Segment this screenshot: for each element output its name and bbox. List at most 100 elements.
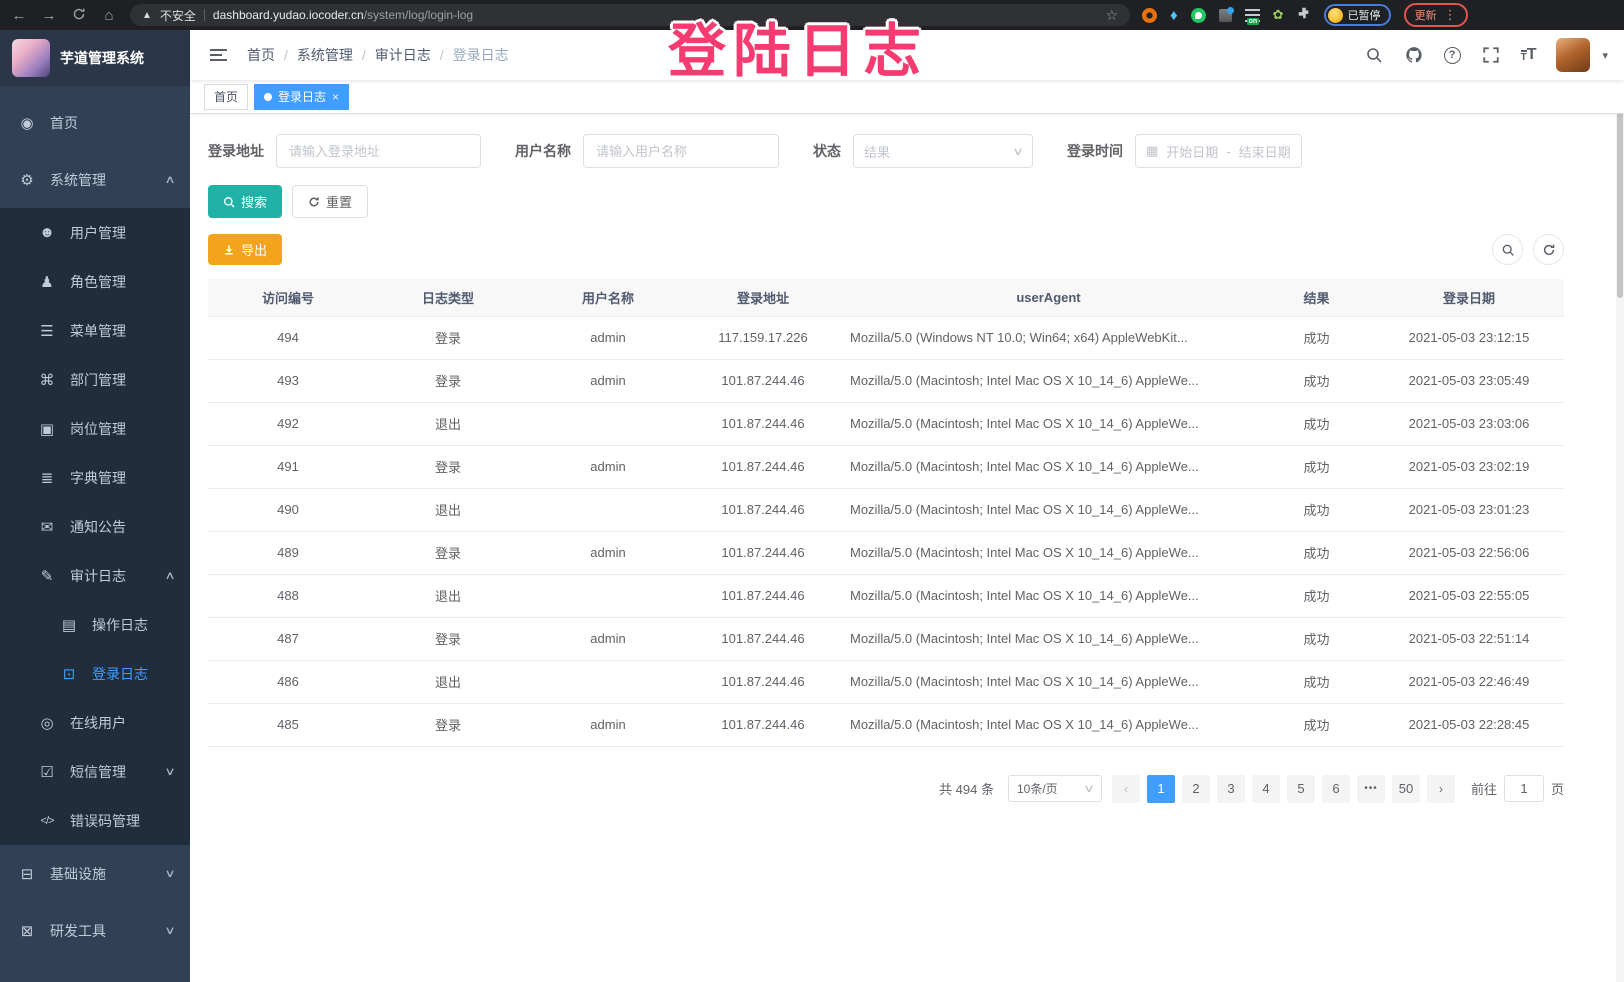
page-button-5[interactable]: 5 [1287, 775, 1315, 803]
cell-log-type: 登录 [368, 531, 528, 574]
goto-page-input[interactable] [1504, 775, 1544, 802]
browser-reload-icon[interactable] [70, 7, 88, 24]
tag-home[interactable]: 首页 [204, 84, 248, 110]
browser-forward-icon[interactable]: → [40, 8, 58, 23]
sidebar-item-audit-log[interactable]: ✎审计日志∧ [0, 551, 190, 600]
monkey-avatar-icon [1328, 8, 1343, 23]
cell-username: admin [528, 316, 688, 359]
tag-login-log[interactable]: 登录日志 × [254, 84, 349, 110]
page-button-1[interactable]: 1 [1147, 775, 1175, 803]
badge-icon: ▣ [36, 420, 58, 438]
extension-grid-icon[interactable] [1219, 9, 1232, 22]
sidebar-item-post-management[interactable]: ▣岗位管理 [0, 404, 190, 453]
sidebar-item-dev-tools[interactable]: ⊠研发工具∨ [0, 902, 190, 959]
sidebar-item-dict-management[interactable]: ≣字典管理 [0, 453, 190, 502]
extension-plant-icon[interactable]: ✿ [1273, 7, 1284, 23]
login-address-label: 登录地址 [208, 141, 264, 161]
column-header-login-address: 登录地址 [688, 279, 838, 316]
filter-form: 登录地址 用户名称 状态 结果 ∨ 登录时间 ▦ [208, 134, 1564, 168]
sidebar-item-notice-announcement[interactable]: ✉通知公告 [0, 502, 190, 551]
page-button-6[interactable]: 6 [1322, 775, 1350, 803]
login-time-range-picker[interactable]: ▦ 开始日期 - 结束日期 [1135, 134, 1302, 168]
bookmark-star-icon[interactable]: ☆ [1105, 7, 1118, 24]
browser-back-icon[interactable]: ← [10, 8, 28, 23]
sidebar-item-dept-management[interactable]: ⌘部门管理 [0, 355, 190, 404]
browser-home-icon[interactable]: ⌂ [100, 8, 118, 23]
top-navbar: 首页/系统管理/审计日志/登录日志 ? TT ▾ [190, 30, 1624, 80]
cell-username [528, 574, 688, 617]
breadcrumb-separator: / [362, 47, 366, 63]
paused-label: 已暂停 [1348, 7, 1381, 23]
help-icon[interactable]: ? [1444, 47, 1461, 64]
sidebar-item-label: 基础设施 [50, 864, 106, 884]
chevron-up-icon: ∧ [164, 569, 175, 582]
login-address-input[interactable] [276, 134, 481, 168]
page-button-4[interactable]: 4 [1252, 775, 1280, 803]
download-icon [223, 244, 235, 256]
hamburger-icon[interactable] [206, 45, 231, 65]
extension-blue-diamond-icon[interactable]: ♦ [1170, 8, 1178, 23]
tampermonkey-paused-badge[interactable]: 已暂停 [1324, 4, 1391, 26]
page-scrollbar[interactable] [1616, 30, 1624, 982]
extension-list-icon[interactable]: on [1245, 9, 1260, 22]
address-bar[interactable]: ▲ 不安全 dashboard.yudao.iocoder.cn/system/… [130, 4, 1130, 26]
cell-visit-id: 487 [208, 617, 368, 660]
cell-visit-id: 494 [208, 316, 368, 359]
cell-login-address: 101.87.244.46 [688, 402, 838, 445]
page-size-select[interactable]: 10条/页 ∨ [1008, 775, 1102, 802]
sidebar-item-label: 菜单管理 [70, 321, 126, 341]
reset-button[interactable]: 重置 [292, 185, 368, 218]
sidebar-item-menu-management[interactable]: ☰菜单管理 [0, 306, 190, 355]
status-select[interactable]: 结果 ∨ [853, 134, 1033, 168]
puzzle-extensions-icon[interactable] [1297, 6, 1311, 25]
announcement-icon: ✉ [36, 518, 58, 536]
cell-login-date: 2021-05-03 23:05:49 [1374, 359, 1564, 402]
breadcrumb-item[interactable]: 审计日志 [375, 45, 431, 65]
page-ellipsis[interactable]: ••• [1357, 775, 1385, 803]
sidebar-item-infrastructure[interactable]: ⊟基础设施∨ [0, 845, 190, 902]
font-size-icon[interactable]: TT [1521, 47, 1537, 63]
chevron-down-icon: ∨ [1083, 782, 1095, 795]
extension-green-icon[interactable] [1191, 8, 1206, 23]
sidebar-item-system-management[interactable]: ⚙系统管理∧ [0, 151, 190, 208]
breadcrumb-item[interactable]: 系统管理 [297, 45, 353, 65]
search-icon[interactable] [1364, 45, 1384, 65]
sidebar-item-online-users[interactable]: ◎ 在线用户 [0, 698, 190, 747]
cell-username: admin [528, 531, 688, 574]
update-label: 更新 [1415, 7, 1437, 23]
refresh-table-button[interactable] [1533, 234, 1564, 265]
page-button-50[interactable]: 50 [1392, 775, 1420, 803]
sidebar-item-operation-log[interactable]: ▤操作日志 [0, 600, 190, 649]
search-button[interactable]: 搜索 [208, 185, 282, 218]
login-time-label: 登录时间 [1067, 141, 1123, 161]
sidebar-item-role-management[interactable]: ♟角色管理 [0, 257, 190, 306]
github-icon[interactable] [1404, 45, 1424, 65]
close-tag-icon[interactable]: × [332, 91, 339, 103]
next-page-button[interactable]: › [1427, 775, 1455, 803]
toggle-search-button[interactable] [1492, 234, 1523, 265]
page-button-3[interactable]: 3 [1217, 775, 1245, 803]
breadcrumb-item[interactable]: 首页 [247, 45, 275, 65]
sidebar-item-label: 在线用户 [70, 713, 126, 733]
cell-username [528, 660, 688, 703]
chevron-down-icon[interactable]: ▾ [1602, 49, 1608, 62]
extension-orange-icon[interactable] [1142, 8, 1157, 23]
username-input[interactable] [583, 134, 779, 168]
sidebar-item-home[interactable]: ◉首页 [0, 94, 190, 151]
sidebar-item-sms-management[interactable]: ☑短信管理∨ [0, 747, 190, 796]
sidebar-item-error-code-management[interactable]: </>错误码管理 [0, 796, 190, 845]
export-button[interactable]: 导出 [208, 234, 282, 265]
security-warning-label: 不安全 [160, 7, 196, 24]
fullscreen-icon[interactable] [1481, 45, 1501, 65]
app-logo[interactable]: 芋道管理系统 [0, 30, 190, 86]
browser-menu-icon[interactable]: ⋮ [1444, 7, 1457, 23]
sidebar-item-user-management[interactable]: ☻用户管理 [0, 208, 190, 257]
browser-update-button[interactable]: 更新 ⋮ [1404, 3, 1468, 27]
prev-page-button[interactable]: ‹ [1112, 775, 1140, 803]
online-users-icon: ◎ [36, 714, 58, 732]
user-avatar[interactable] [1556, 38, 1590, 72]
sidebar-item-label: 研发工具 [50, 921, 106, 941]
page-button-2[interactable]: 2 [1182, 775, 1210, 803]
sidebar-item-login-log[interactable]: ⊡登录日志 [0, 649, 190, 698]
breadcrumb-separator: / [440, 47, 444, 63]
